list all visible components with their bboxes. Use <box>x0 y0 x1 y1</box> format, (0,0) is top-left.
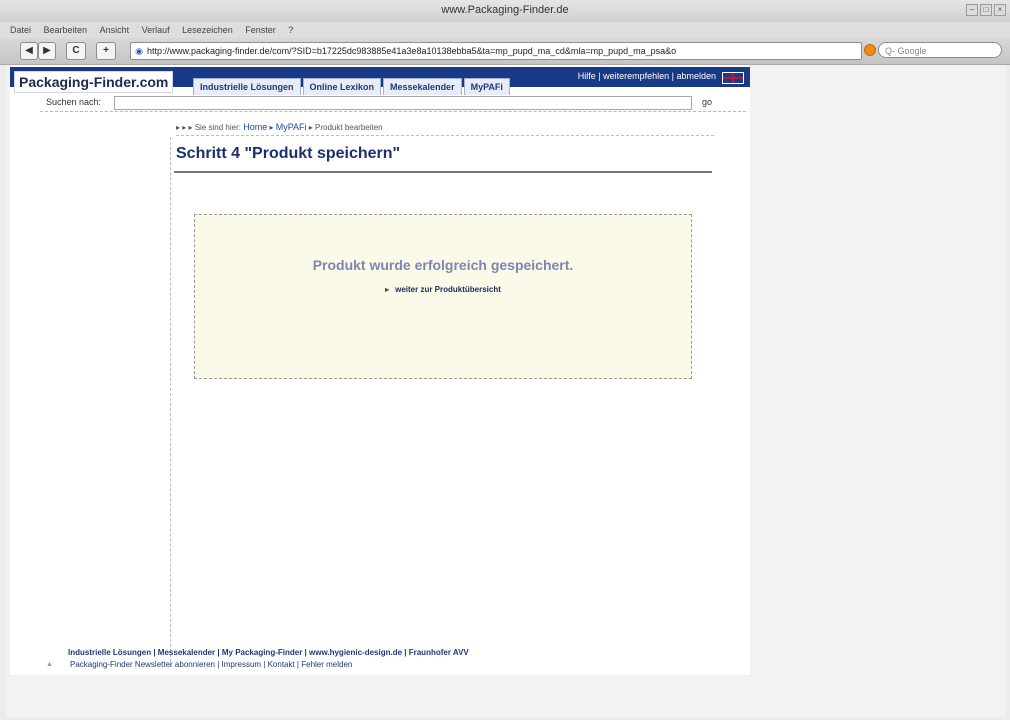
browser-toolbar: ◀ ▶ C + ◉ http://www.packaging-finder.de/… <box>0 38 1010 65</box>
arrow-right-icon: ▸ <box>385 285 390 294</box>
search-label: Suchen nach: <box>46 97 102 107</box>
site-tabs: Industrielle Lösungen Online Lexikon Mes… <box>193 78 512 95</box>
web-page: Hilfe | weiterempfehlen | abmelden Packa… <box>10 65 750 675</box>
window-controls: – □ × <box>966 4 1006 16</box>
success-panel: Produkt wurde erfolgreich gespeichert. ▸… <box>194 214 692 379</box>
close-icon[interactable]: × <box>994 4 1006 16</box>
menu-item-file[interactable]: Datei <box>10 22 31 38</box>
search-go-button[interactable]: go <box>702 97 712 107</box>
back-button[interactable]: ◀ <box>20 42 38 60</box>
reload-button[interactable]: C <box>66 42 86 60</box>
menu-item-window[interactable]: Fenster <box>245 22 276 38</box>
breadcrumb-home[interactable]: Home <box>243 122 267 132</box>
content-divider <box>176 135 714 136</box>
menu-item-bookmarks[interactable]: Lesezeichen <box>182 22 233 38</box>
page-title: Schritt 4 "Produkt speichern" <box>176 145 401 162</box>
menu-item-history[interactable]: Verlauf <box>142 22 170 38</box>
breadcrumb-separator: ▸ <box>308 123 313 132</box>
tab-industrial-solutions[interactable]: Industrielle Lösungen <box>193 78 301 95</box>
scroll-top-icon[interactable]: ▲ <box>46 661 53 668</box>
breadcrumb-current: Produkt bearbeiten <box>315 123 383 132</box>
site-search-input[interactable] <box>114 96 692 110</box>
forward-button[interactable]: ▶ <box>38 42 56 60</box>
breadcrumb: ▸ ▸ ▸ Sie sind hier: Home ▸ MyPAFi ▸ Pro… <box>176 122 383 132</box>
breadcrumb-prefix: ▸ ▸ ▸ Sie sind hier: <box>176 123 241 132</box>
tab-messekalender[interactable]: Messekalender <box>383 78 462 95</box>
breadcrumb-separator: ▸ <box>269 123 274 132</box>
continue-link[interactable]: ▸ weiter zur Produktübersicht <box>195 285 691 294</box>
globe-icon: ◉ <box>135 46 143 56</box>
window-titlebar: www.Packaging-Finder.de – □ × <box>0 0 1010 23</box>
browser-search-input[interactable]: Q- Google <box>878 42 1002 58</box>
minimize-icon[interactable]: – <box>966 4 978 16</box>
menu-item-edit[interactable]: Bearbeiten <box>44 22 88 38</box>
column-divider <box>170 137 171 667</box>
tab-online-lexikon[interactable]: Online Lexikon <box>302 78 382 95</box>
maximize-icon[interactable]: □ <box>980 4 992 16</box>
menu-item-help[interactable]: ? <box>288 22 293 38</box>
top-links[interactable]: Hilfe | weiterempfehlen | abmelden <box>578 71 716 81</box>
menu-item-view[interactable]: Ansicht <box>100 22 130 38</box>
address-url: http://www.packaging-finder.de/com/?SID=… <box>147 46 677 56</box>
rss-icon[interactable] <box>864 44 876 56</box>
site-logo[interactable]: Packaging-Finder.com <box>14 71 174 93</box>
menu-bar: Datei Bearbeiten Ansicht Verlauf Lesezei… <box>0 22 1010 38</box>
tab-mypafi[interactable]: MyPAFi <box>463 78 510 95</box>
uk-flag-icon[interactable] <box>722 72 744 84</box>
continue-link-label[interactable]: weiter zur Produktübersicht <box>395 285 501 294</box>
site-search-row: Suchen nach: go <box>40 95 746 112</box>
breadcrumb-mypafi[interactable]: MyPAFi <box>276 122 307 132</box>
footer-links-primary[interactable]: Industrielle Lösungen | Messekalender | … <box>68 648 469 657</box>
window-title: www.Packaging-Finder.de <box>441 4 569 16</box>
success-message: Produkt wurde erfolgreich gespeichert. <box>312 257 574 273</box>
title-underline <box>174 171 712 173</box>
footer-links-secondary[interactable]: Packaging-Finder Newsletter abonnieren |… <box>70 660 352 669</box>
add-bookmark-button[interactable]: + <box>96 42 116 60</box>
page-viewport: Hilfe | weiterempfehlen | abmelden Packa… <box>6 65 1006 717</box>
address-bar[interactable]: ◉ http://www.packaging-finder.de/com/?SID… <box>130 42 862 60</box>
